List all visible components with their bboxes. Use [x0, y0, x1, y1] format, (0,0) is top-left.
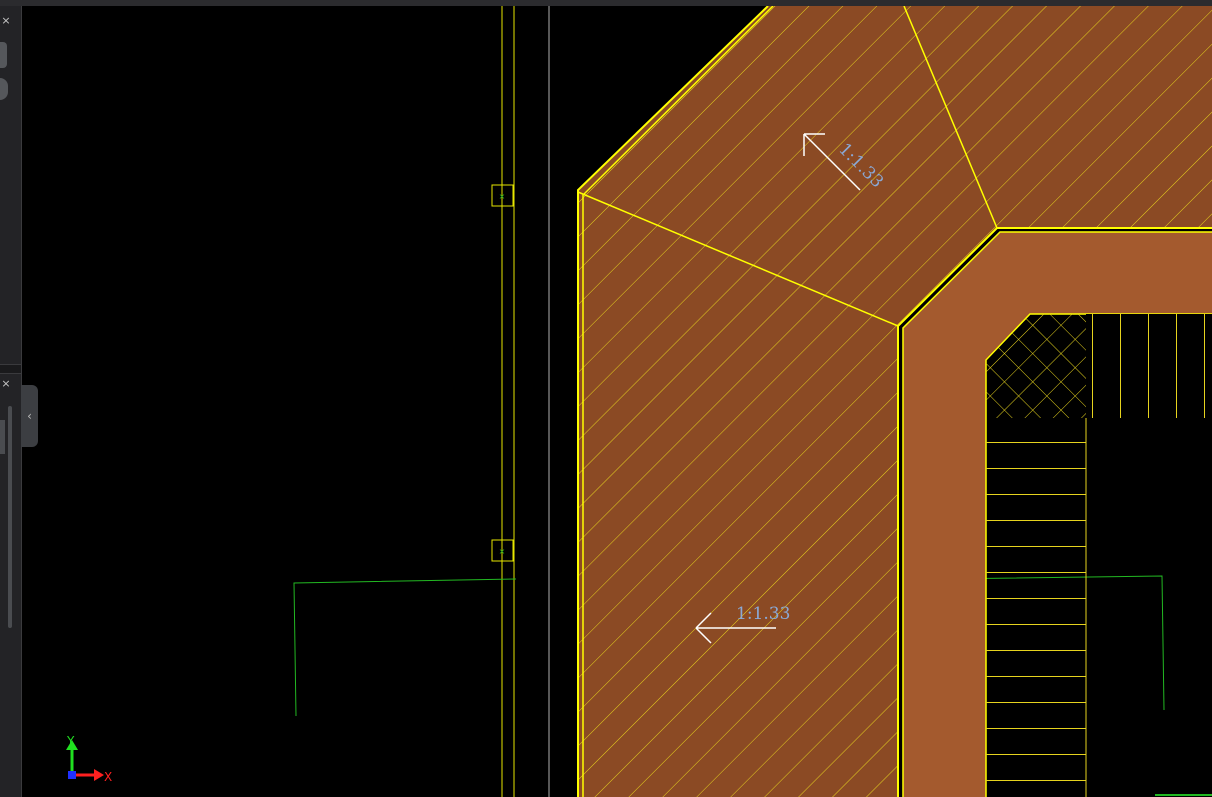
panel-scrollbar[interactable] — [8, 406, 12, 628]
panel-tool-button[interactable] — [0, 42, 7, 68]
panel-round-button[interactable] — [0, 78, 8, 100]
ucs-axis-icon: Y X — [66, 734, 112, 784]
x-axis-label: X — [104, 770, 112, 784]
y-axis-label: Y — [66, 734, 75, 748]
column-guide-lines — [501, 6, 550, 797]
cad-app-window: × × ‹ × × 1:1.33 1:1.33 Y X — [0, 0, 1212, 797]
drawing-canvas[interactable]: × × 1:1.33 1:1.33 Y X — [22, 6, 1212, 797]
panel-close-icon[interactable]: × — [0, 377, 12, 391]
slope-label-left: 1:1.33 — [736, 604, 790, 624]
svg-text:×: × — [499, 192, 506, 201]
panel-close-icon[interactable]: × — [0, 14, 12, 28]
panel-divider — [0, 364, 21, 374]
svg-text:×: × — [499, 547, 506, 556]
panel-scroll-thumb[interactable] — [0, 420, 5, 454]
left-side-panel: × × — [0, 6, 22, 797]
inner-hatch-area — [986, 314, 1212, 797]
